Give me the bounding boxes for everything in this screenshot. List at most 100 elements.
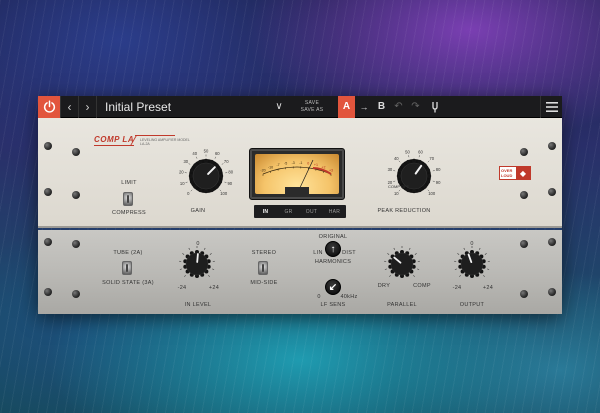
screw-icon — [72, 240, 80, 248]
save-button[interactable]: SAVE — [305, 100, 319, 107]
peak-reduction-knob-scale-label: 70 — [429, 156, 434, 161]
mid-side-label: MID-SIDE — [250, 280, 278, 286]
redo-button[interactable]: ↷ — [407, 96, 424, 118]
gain-knob-scale-label: 10 — [180, 181, 185, 186]
ab-copy-button[interactable]: → — [355, 96, 373, 118]
brand-overline — [135, 135, 175, 136]
previous-preset-button[interactable]: ‹ — [60, 95, 78, 118]
in-level-knob-tick — [182, 253, 185, 255]
harmonics-lin-label: LIN — [313, 250, 323, 256]
peak-reduction-label: PEAK REDUCTION — [377, 208, 431, 214]
output-label: OUTPUT — [459, 302, 485, 308]
preset-name-field[interactable]: Initial Preset — [96, 95, 266, 118]
gain-knob-scale-label: 50 — [204, 149, 209, 154]
meter-mode-out[interactable]: OUT — [300, 209, 323, 215]
limit-compress-toggle[interactable] — [123, 192, 133, 206]
gain-knob-scale-label: 90 — [227, 181, 232, 186]
in-level-knob-tick — [212, 268, 215, 270]
vu-scale-label: -5 — [284, 162, 287, 166]
save-as-button[interactable]: SAVE AS — [301, 107, 324, 114]
peak-reduction-knob-scale-label: 50 — [405, 149, 410, 154]
tube-solid-state-toggle[interactable] — [122, 261, 132, 275]
screw-icon — [72, 191, 80, 199]
redo-icon: ↷ — [411, 101, 420, 112]
overload-logo: OVER LOUD ◆ — [499, 166, 531, 180]
in-level-label: IN LEVEL — [184, 302, 212, 308]
vu-scale-label: -7 — [276, 163, 279, 167]
in-level-knob[interactable] — [177, 244, 217, 284]
preset-dropdown-button[interactable]: ∨ — [266, 96, 292, 118]
parallel-knob-tick — [393, 247, 395, 250]
parallel-knob-tick — [413, 275, 415, 277]
ab-b-button[interactable]: B — [373, 96, 390, 118]
main-menu-button[interactable] — [540, 95, 562, 118]
output-top-label: 0 — [470, 241, 474, 247]
in-level-top-label: 0 — [196, 241, 200, 247]
compressor-top-panel: COMP LA LEVELING AMPLIFIER MODEL LA-2A L… — [38, 118, 562, 228]
screw-icon — [520, 290, 528, 298]
arrow-up-icon: ↑ — [330, 243, 336, 255]
gain-knob-scale-label: 80 — [228, 170, 233, 175]
gain-knob-scale-label: 0 — [187, 191, 190, 196]
vu-scale-label: -3 — [292, 161, 295, 165]
diamond-icon: ◆ — [516, 167, 530, 179]
save-group: SAVE SAVE AS — [292, 96, 332, 118]
gain-knob-tick — [190, 189, 193, 192]
peak-reduction-knob[interactable]: 10 20 30 40 50 60 70 80 90 100 COMP OFF — [386, 148, 442, 204]
gain-knob-tick — [185, 181, 188, 183]
solid-state-label: SOLID STATE (3A) — [102, 280, 154, 286]
stereo-mid-side-toggle[interactable] — [258, 261, 268, 275]
harmonics-selector[interactable]: ↑ — [325, 241, 341, 257]
parallel-dry-label: DRY — [377, 283, 391, 289]
in-level-knob-tick — [204, 247, 206, 250]
screw-icon — [72, 290, 80, 298]
next-preset-button[interactable]: › — [78, 95, 96, 118]
vu-scale-label: -20 — [260, 169, 265, 173]
gain-knob-tick — [214, 156, 217, 159]
screw-icon — [548, 142, 556, 150]
in-level-knob-tick — [188, 247, 190, 250]
lf-sens-max-label: 40kHz — [340, 294, 358, 300]
in-level-knob-tick — [179, 268, 182, 270]
lf-sens-selector[interactable]: ↙ — [325, 279, 341, 295]
meter-mode-in[interactable]: IN — [254, 209, 277, 215]
screw-icon — [44, 238, 52, 246]
parallel-knob[interactable] — [382, 244, 422, 284]
output-min-label: -24 — [452, 285, 462, 291]
gain-knob[interactable]: 0 10 20 30 40 50 60 70 80 90 100 — [178, 148, 234, 204]
lf-sens-label: LF SENS — [320, 302, 346, 308]
gain-knob-scale-label: 40 — [192, 151, 197, 156]
peak-reduction-knob-tick — [418, 155, 420, 158]
parallel-knob-tick — [387, 253, 390, 255]
ab-a-button[interactable]: A — [338, 95, 355, 118]
tube-label: TUBE (2A) — [113, 250, 143, 256]
power-icon — [43, 100, 55, 113]
output-knob[interactable] — [452, 244, 492, 284]
gain-knob-scale-label: 60 — [215, 151, 220, 156]
hamburger-menu-icon — [545, 101, 558, 112]
meter-mode-har[interactable]: HAR — [323, 209, 346, 215]
harmonics-label: HARMONICS — [314, 259, 352, 265]
power-button[interactable] — [38, 95, 60, 118]
meter-mode-gr[interactable]: GR — [277, 209, 300, 215]
gain-knob-tick — [195, 156, 198, 159]
in-level-knob-tick — [184, 275, 186, 277]
plugin-window: ‹ › Initial Preset ∨ SAVE SAVE AS A → B … — [38, 95, 562, 314]
vu-scale-label: -10 — [268, 166, 273, 170]
arrow-down-left-icon: ↙ — [328, 281, 338, 293]
vu-scale-label: +3 — [329, 169, 333, 173]
tuning-button[interactable] — [424, 96, 446, 118]
in-level-min-label: -24 — [177, 285, 187, 291]
limit-label: LIMIT — [121, 180, 137, 186]
undo-button[interactable]: ↶ — [390, 96, 407, 118]
vu-needle-housing — [285, 187, 309, 194]
in-level-knob-pointer — [196, 253, 199, 263]
screw-icon — [548, 238, 556, 246]
tuning-fork-icon — [432, 101, 438, 112]
output-max-label: +24 — [482, 285, 494, 291]
parallel-knob-cap — [388, 250, 416, 278]
screw-icon — [520, 191, 528, 199]
stereo-label: STEREO — [251, 250, 277, 256]
vu-scale-label: 0 — [307, 162, 309, 166]
output-knob-tick — [457, 253, 460, 255]
